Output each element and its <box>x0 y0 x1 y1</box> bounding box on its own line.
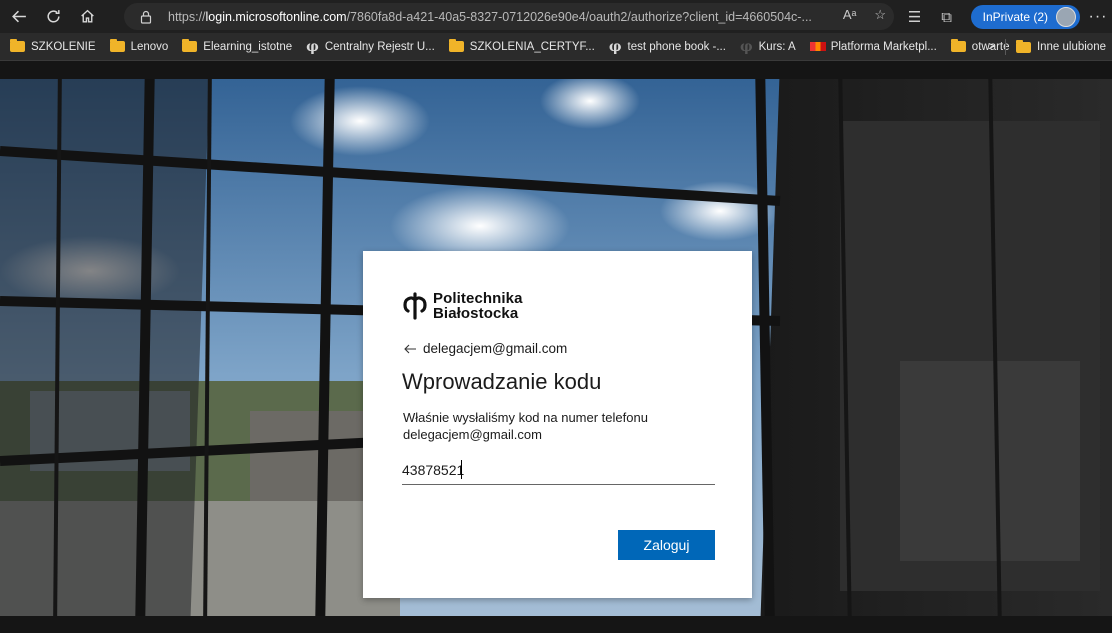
pb-logo-icon: φ <box>306 38 319 55</box>
read-aloud-icon[interactable]: Aᵃ <box>843 7 857 23</box>
url-prefix: https:// <box>168 9 206 24</box>
identity-banner[interactable]: delegacjem@gmail.com <box>403 341 567 356</box>
bookmark-item[interactable]: SZKOLENIA_CERTYF... <box>448 39 595 53</box>
add-favorite-icon[interactable]: ☆ <box>874 7 886 23</box>
verification-code-input[interactable] <box>402 457 715 485</box>
code-description: Właśnie wysłaliśmy kod na numer telefonu… <box>403 410 648 442</box>
favorites-overflow-button[interactable]: > <box>988 41 995 53</box>
pb-logo-icon <box>403 292 427 320</box>
home-icon[interactable] <box>72 2 102 32</box>
url-path: /7860fa8d-a421-40a5-8327-0712026e90e4/oa… <box>346 9 812 24</box>
organization-name: Politechnika Białostocka <box>433 291 523 321</box>
collections-icon[interactable]: ⧉ <box>931 2 963 32</box>
sign-in-button[interactable]: Zaloguj <box>618 530 715 560</box>
url-host: login.microsoftonline.com <box>205 9 347 24</box>
browser-titlebar: https://login.microsoftonline.com/7860fa… <box>0 0 1112 33</box>
bookmark-label: SZKOLENIA_CERTYF... <box>469 40 595 53</box>
lock-icon[interactable] <box>138 9 154 25</box>
bookmark-label: SZKOLENIE <box>31 40 96 53</box>
bookmark-label: Elearning_istotne <box>203 40 293 53</box>
pb-logo-icon: φ <box>608 38 622 55</box>
favorites-icon[interactable]: ☰ <box>899 2 931 32</box>
bookmark-label: Kurs: A <box>758 40 796 53</box>
organization-name-line2: Białostocka <box>433 305 519 322</box>
identity-email: delegacjem@gmail.com <box>423 341 568 356</box>
bookmark-label: Centralny Rejestr U... <box>324 40 435 53</box>
profile-avatar-icon <box>1056 6 1076 27</box>
folder-icon <box>950 39 966 52</box>
bookmark-label: test phone book -... <box>627 40 726 53</box>
folder-icon <box>1015 39 1031 53</box>
pb-logo-icon: φ <box>739 38 753 55</box>
bookmark-item[interactable]: Lenovo <box>109 39 169 53</box>
folder-icon <box>182 39 198 52</box>
folder-icon <box>109 39 125 52</box>
back-arrow-icon[interactable] <box>403 342 417 356</box>
bookmark-item[interactable]: φ Centralny Rejestr U... <box>306 39 435 55</box>
organization-logo: Politechnika Białostocka <box>403 291 523 321</box>
other-favorites-label: Inne ulubione <box>1036 41 1106 53</box>
text-caret <box>461 460 462 479</box>
inprivate-label: InPrivate (2) <box>982 9 1048 24</box>
folder-icon <box>448 39 464 52</box>
favorites-bar: SZKOLENIE Lenovo Elearning_istotne φ Cen… <box>0 33 1112 61</box>
page-title: Wprowadzanie kodu <box>402 369 602 394</box>
bookmark-label: Lenovo <box>130 40 169 53</box>
bookmark-item[interactable]: Elearning_istotne <box>182 39 293 53</box>
bookmark-item[interactable]: φ Kurs: A <box>740 39 796 55</box>
other-favorites-item[interactable]: Inne ulubione <box>1015 39 1106 53</box>
organization-name-line1: Politechnika <box>433 290 523 307</box>
back-icon[interactable] <box>4 2 34 32</box>
bookmark-item[interactable]: Platforma Marketpl... <box>809 40 937 53</box>
marketplace-icon <box>809 42 826 51</box>
bookmark-label: Platforma Marketpl... <box>830 40 937 53</box>
more-options-icon[interactable]: ··· <box>1084 8 1112 26</box>
folder-icon <box>10 39 25 52</box>
favorites-divider <box>1004 39 1006 55</box>
login-card: Politechnika Białostocka delegacjem@gmai… <box>363 251 752 598</box>
refresh-icon[interactable] <box>38 2 68 32</box>
bookmark-item[interactable]: φ test phone book -... <box>609 39 726 55</box>
address-bar[interactable]: https://login.microsoftonline.com/7860fa… <box>124 3 894 30</box>
inprivate-badge[interactable]: InPrivate (2) <box>970 4 1080 29</box>
bookmark-item[interactable]: SZKOLENIE <box>10 39 96 53</box>
